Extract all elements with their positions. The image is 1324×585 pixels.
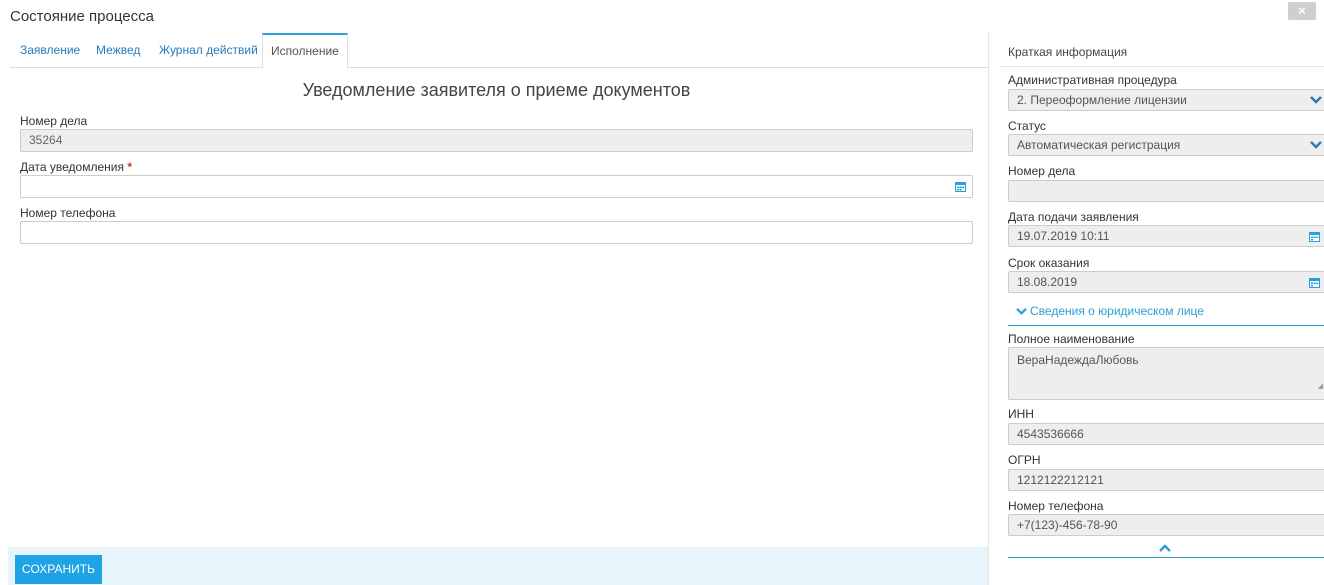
tab-application[interactable]: Заявление [20,33,80,68]
window-title: Состояние процесса [10,8,154,25]
section-divider [1008,325,1324,326]
status-select[interactable]: Автоматическая регистрация [1008,134,1324,156]
case-number-label: Номер дела [20,114,88,128]
filing-date-label: Дата подачи заявления [1008,210,1139,224]
chevron-up-icon[interactable] [1158,543,1172,553]
phone-field[interactable] [20,221,973,244]
tab-action-log[interactable]: Журнал действий [159,33,258,68]
calendar-icon[interactable] [1309,277,1320,288]
legal-entity-section-toggle[interactable]: Сведения о юридическом лице [1016,304,1204,318]
ogrn-field[interactable]: 1212122212121 [1008,469,1324,491]
case-number-field[interactable]: 35264 [20,129,973,152]
status-value: Автоматическая регистрация [1017,138,1181,152]
chevron-down-icon [1310,141,1322,149]
summary-phone-field[interactable]: +7(123)-456-78-90 [1008,514,1324,536]
tab-interagency[interactable]: Межвед [96,33,140,68]
procedure-select[interactable]: 2. Переоформление лицензии [1008,89,1324,111]
save-button[interactable]: СОХРАНИТЬ [15,555,102,584]
procedure-value: 2. Переоформление лицензии [1017,93,1187,107]
summary-case-number-label: Номер дела [1008,164,1076,178]
status-label: Статус [1008,119,1046,133]
full-name-textarea[interactable]: ВераНадеждаЛюбовь ◢ [1008,347,1324,400]
form-footer [8,547,988,585]
full-name-value: ВераНадеждаЛюбовь [1017,353,1139,367]
procedure-label: Административная процедура [1008,73,1177,87]
legal-entity-section-label: Сведения о юридическом лице [1030,304,1204,318]
full-name-label: Полное наименование [1008,332,1135,346]
tab-execution[interactable]: Исполнение [262,33,348,69]
deadline-value: 18.08.2019 [1017,275,1078,289]
summary-phone-label: Номер телефона [1008,499,1104,513]
summary-title: Краткая информация [1008,45,1128,59]
deadline-label: Срок оказания [1008,256,1090,270]
notice-date-label-text: Дата уведомления [20,160,124,174]
summary-case-number-field[interactable] [1008,180,1324,202]
chevron-down-icon [1016,308,1027,315]
inn-label: ИНН [1008,407,1034,421]
inn-field[interactable]: 4543536666 [1008,423,1324,445]
calendar-icon[interactable] [955,181,966,192]
notice-date-field[interactable] [20,175,973,198]
close-button[interactable]: × [1288,2,1316,20]
filing-date-field[interactable]: 19.07.2019 10:11 [1008,225,1324,247]
form-title: Уведомление заявителя о приеме документо… [302,80,691,100]
resize-grip-icon[interactable]: ◢ [1318,377,1323,397]
summary-title-divider [1000,66,1324,67]
filing-date-value: 19.07.2019 10:11 [1017,229,1110,243]
notice-date-label: Дата уведомления * [20,160,132,174]
chevron-down-icon [1310,96,1322,104]
ogrn-label: ОГРН [1008,453,1041,467]
tab-bar: Заявление Межвед Журнал действий Исполне… [10,33,988,69]
required-mark: * [127,160,133,174]
panel-divider [988,32,989,585]
deadline-field[interactable]: 18.08.2019 [1008,271,1324,293]
calendar-icon[interactable] [1309,231,1320,242]
panel-bottom-divider [1008,557,1324,558]
phone-label: Номер телефона [20,206,116,220]
